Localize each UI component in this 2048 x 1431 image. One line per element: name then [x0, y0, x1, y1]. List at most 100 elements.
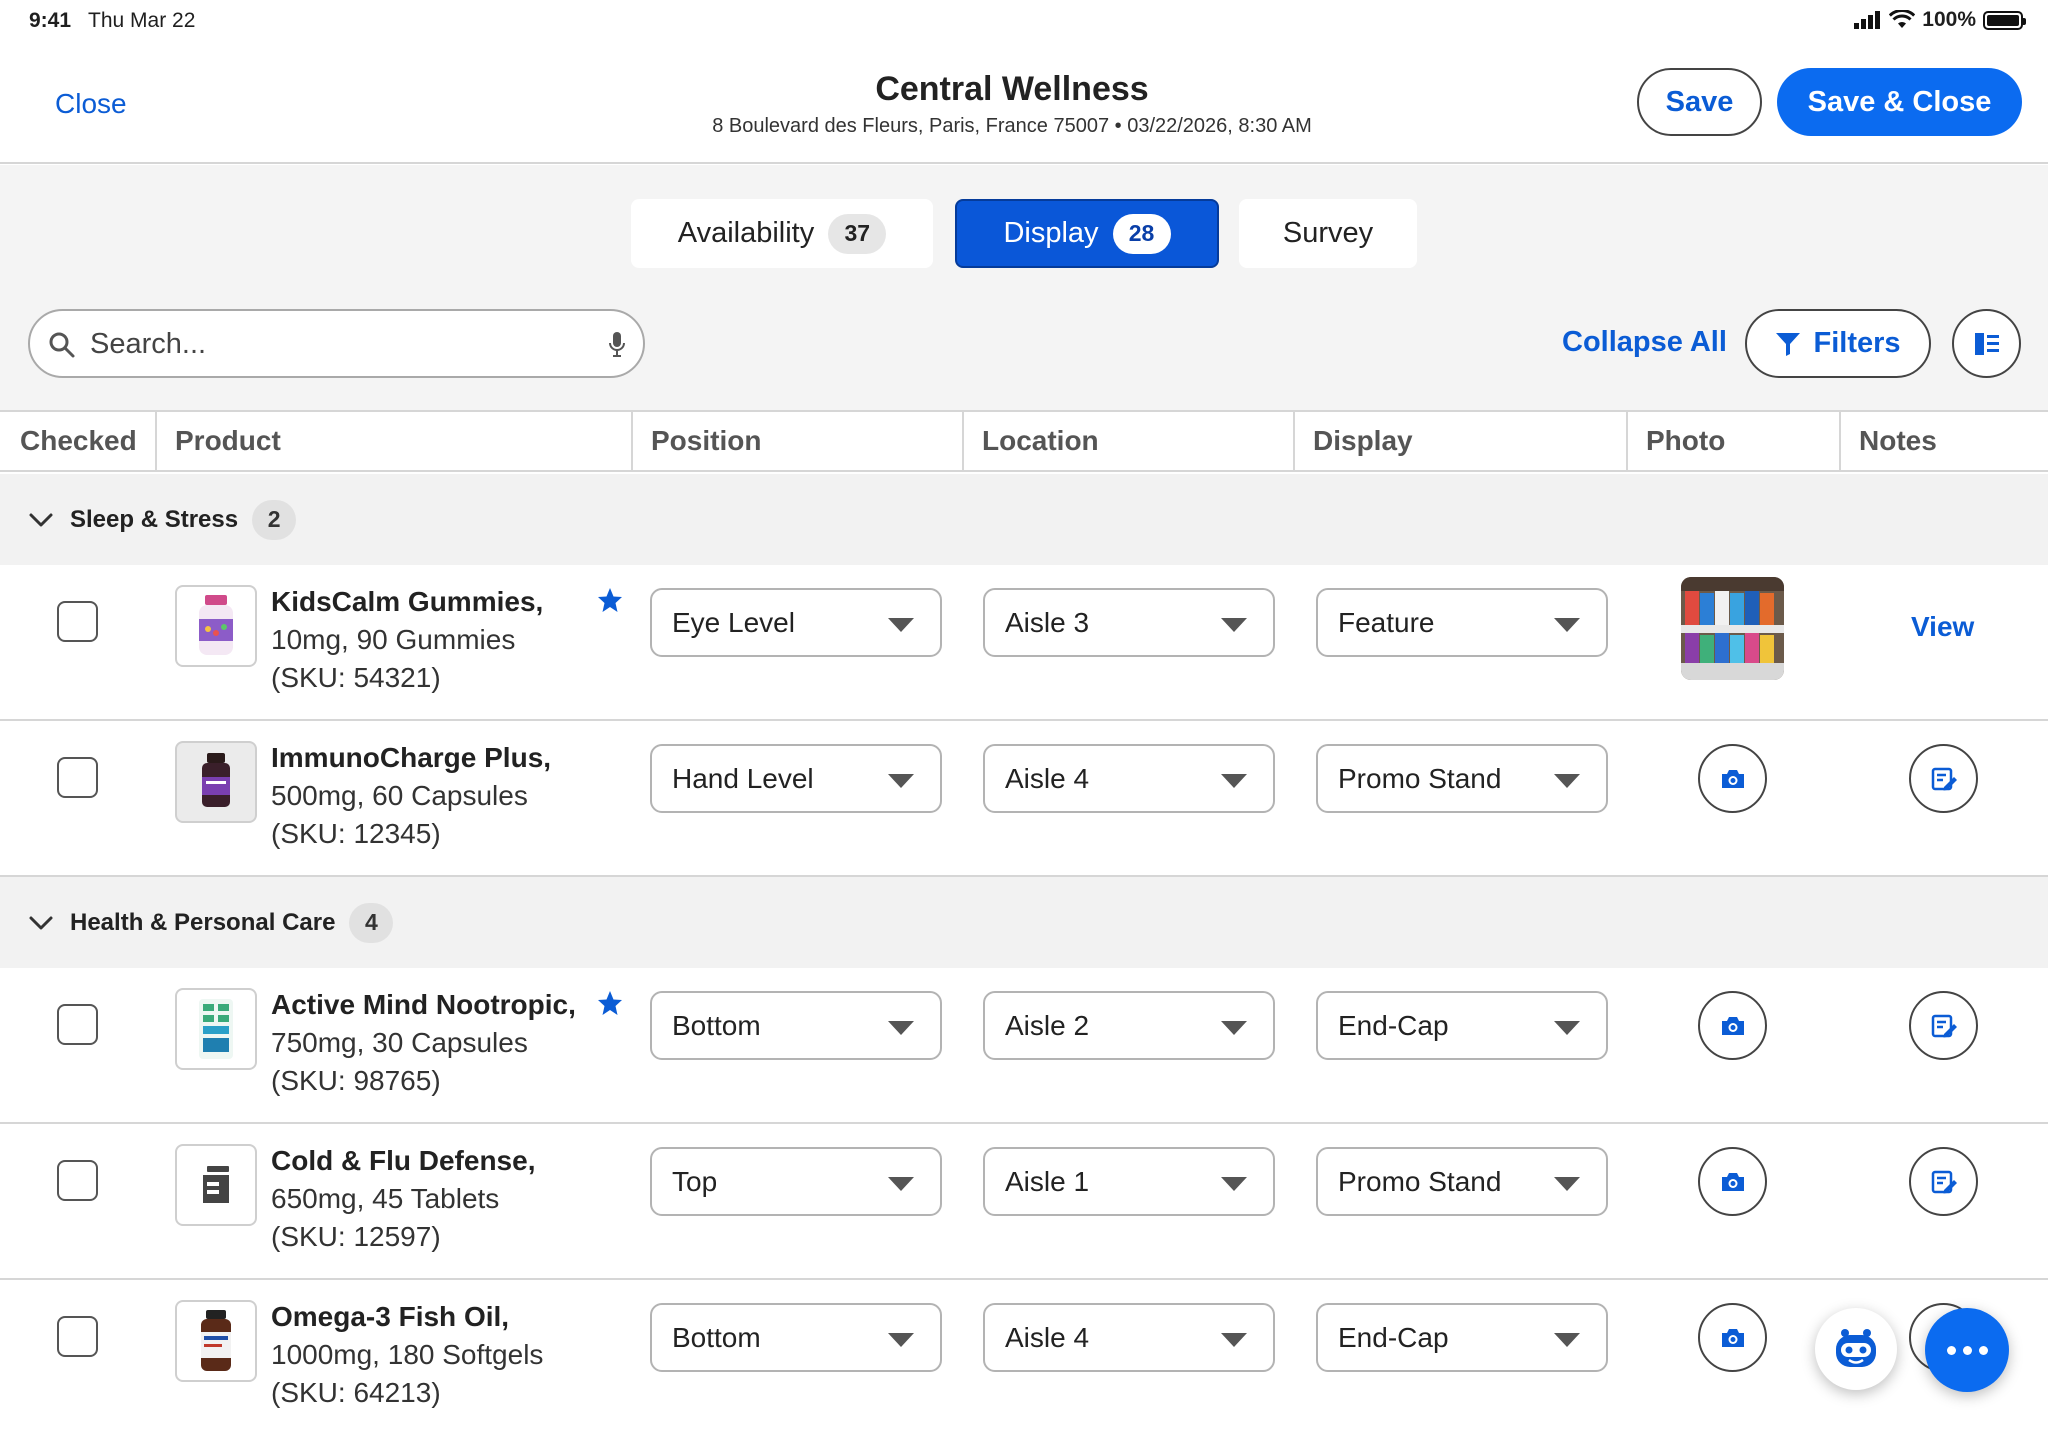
assistant-bot-button[interactable] [1815, 1308, 1897, 1390]
product-title: Active Mind Nootropic, [271, 989, 576, 1020]
column-header-photo: Photo [1626, 412, 1839, 470]
caret-down-icon [1221, 1021, 1247, 1035]
note-edit-icon [1931, 1170, 1957, 1193]
location-dropdown[interactable]: Aisle 4 [983, 1303, 1275, 1372]
position-dropdown[interactable]: Hand Level [650, 744, 942, 813]
take-photo-button[interactable] [1698, 744, 1767, 813]
fish-oil-bottle-image [201, 1310, 231, 1371]
location-dropdown[interactable]: Aisle 1 [983, 1147, 1275, 1216]
display-dropdown[interactable]: End-Cap [1316, 991, 1608, 1060]
position-dropdown[interactable]: Bottom [650, 991, 942, 1060]
display-dropdown[interactable]: End-Cap [1316, 1303, 1608, 1372]
caret-down-icon [888, 618, 914, 632]
status-indicators: 100% [1854, 8, 2026, 32]
product-name: Cold & Flu Defense, 650mg, 45 Tablets (S… [271, 1142, 601, 1256]
dropdown-value: Aisle 4 [1005, 1321, 1090, 1353]
tab-count-badge: 37 [828, 213, 887, 254]
signal-icon [1854, 11, 1881, 29]
save-close-button[interactable]: Save & Close [1777, 68, 2022, 136]
shelf-photo-image [1681, 577, 1784, 680]
column-header-product: Product [155, 412, 631, 470]
product-title: KidsCalm Gummies, [271, 586, 544, 617]
add-note-button[interactable] [1909, 991, 1978, 1060]
tab-label: Display [1003, 217, 1099, 249]
dropdown-value: End-Cap [1338, 1321, 1449, 1353]
shelf-photo-thumbnail[interactable] [1681, 577, 1784, 680]
microphone-icon[interactable] [607, 331, 627, 359]
camera-icon [1721, 1172, 1744, 1191]
caret-down-icon [1554, 1333, 1580, 1347]
placeholder-bottle-icon [203, 1166, 229, 1203]
add-note-button[interactable] [1909, 744, 1978, 813]
tab-display[interactable]: Display 28 [955, 199, 1219, 268]
add-note-button[interactable] [1909, 1147, 1978, 1216]
group-count-badge: 4 [349, 902, 394, 943]
filters-button[interactable]: Filters [1745, 309, 1931, 378]
search-input[interactable] [90, 323, 590, 365]
status-bar: 9:41 Thu Mar 22 100% [0, 0, 2048, 42]
location-dropdown[interactable]: Aisle 4 [983, 744, 1275, 813]
product-thumbnail [175, 585, 257, 667]
view-notes-link[interactable]: View [1911, 611, 1974, 643]
take-photo-button[interactable] [1698, 1303, 1767, 1372]
take-photo-button[interactable] [1698, 1147, 1767, 1216]
filters-label: Filters [1813, 327, 1901, 359]
product-sku: (SKU: 12345) [271, 818, 441, 849]
save-button[interactable]: Save [1637, 68, 1762, 136]
position-dropdown[interactable]: Bottom [650, 1303, 942, 1372]
dropdown-value: Aisle 3 [1005, 606, 1090, 638]
row-checkbox[interactable] [57, 601, 98, 642]
table-row: Omega-3 Fish Oil, 1000mg, 180 Softgels (… [0, 1280, 2048, 1431]
column-layout-button[interactable] [1952, 309, 2021, 378]
wifi-icon [1889, 10, 1916, 28]
collapse-all-button[interactable]: Collapse All [1562, 326, 1727, 359]
row-checkbox[interactable] [57, 757, 98, 798]
camera-icon [1721, 769, 1744, 788]
caret-down-icon [888, 774, 914, 788]
display-dropdown[interactable]: Feature [1316, 588, 1608, 657]
column-layout-icon [1974, 332, 1999, 355]
row-checkbox[interactable] [57, 1160, 98, 1201]
dropdown-value: Aisle 2 [1005, 1009, 1090, 1041]
status-time: 9:41 [29, 9, 72, 32]
row-checkbox[interactable] [57, 1004, 98, 1045]
display-dropdown[interactable]: Promo Stand [1316, 744, 1608, 813]
more-actions-button[interactable] [1925, 1308, 2009, 1392]
more-dot [1962, 1345, 1972, 1355]
tab-survey[interactable]: Survey [1239, 199, 1417, 268]
caret-down-icon [1554, 1177, 1580, 1191]
tab-label: Availability [677, 217, 815, 249]
group-header-sleep-stress[interactable]: Sleep & Stress 2 [0, 474, 2048, 565]
capsule-bottle-image [202, 753, 230, 807]
location-dropdown[interactable]: Aisle 2 [983, 991, 1275, 1060]
group-header-health-personal-care[interactable]: Health & Personal Care 4 [0, 877, 2048, 968]
group-name: Health & Personal Care [70, 908, 336, 936]
product-detail: 1000mg, 180 Softgels [271, 1339, 544, 1370]
tab-availability[interactable]: Availability 37 [631, 199, 933, 268]
column-header-position: Position [631, 412, 962, 470]
camera-icon [1721, 1328, 1744, 1347]
position-dropdown[interactable]: Top [650, 1147, 942, 1216]
caret-down-icon [1221, 618, 1247, 632]
visit-header: Close Central Wellness 8 Boulevard des F… [0, 42, 2048, 164]
display-dropdown[interactable]: Promo Stand [1316, 1147, 1608, 1216]
nootropic-bottle-image [199, 999, 233, 1059]
product-thumbnail [175, 988, 257, 1070]
row-checkbox[interactable] [57, 1316, 98, 1357]
product-title: Cold & Flu Defense, [271, 1145, 536, 1176]
tab-label: Survey [1282, 217, 1374, 249]
column-header-checked: Checked [20, 425, 137, 456]
product-detail: 10mg, 90 Gummies [271, 624, 516, 655]
product-sku: (SKU: 54321) [271, 662, 441, 693]
status-date: Thu Mar 22 [88, 9, 196, 32]
dropdown-value: Eye Level [672, 606, 795, 638]
position-dropdown[interactable]: Eye Level [650, 588, 942, 657]
location-dropdown[interactable]: Aisle 3 [983, 588, 1275, 657]
note-edit-icon [1931, 767, 1957, 790]
table-row: Cold & Flu Defense, 650mg, 45 Tablets (S… [0, 1124, 2048, 1280]
product-name: KidsCalm Gummies, 10mg, 90 Gummies (SKU:… [271, 583, 601, 697]
take-photo-button[interactable] [1698, 991, 1767, 1060]
dropdown-value: Bottom [672, 1009, 761, 1041]
battery-icon [1983, 10, 2026, 30]
table-row: ImmunoCharge Plus, 500mg, 60 Capsules (S… [0, 721, 2048, 877]
